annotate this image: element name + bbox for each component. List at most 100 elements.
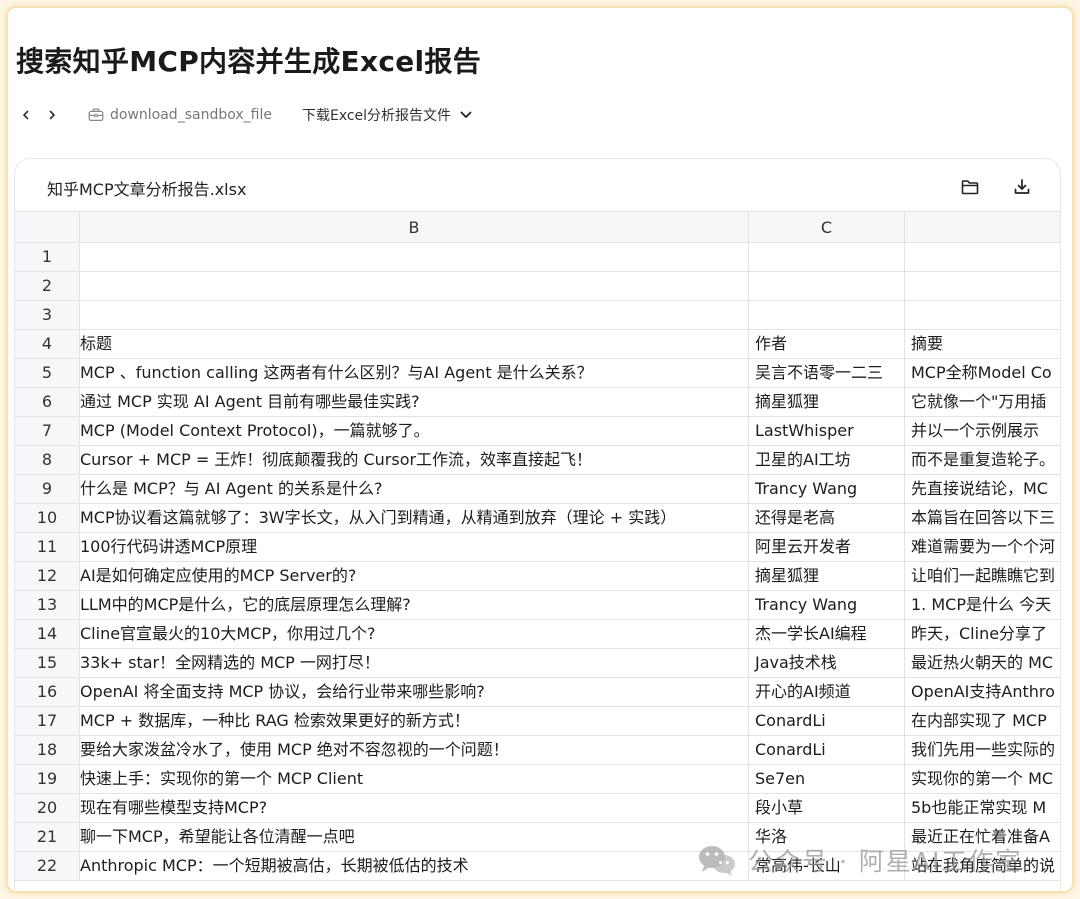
cell-d[interactable]: 1. MCP是什么 今天 bbox=[905, 591, 1060, 619]
cell-d[interactable]: 摘要 bbox=[905, 330, 1060, 358]
row-number-cell[interactable]: 22 bbox=[15, 852, 80, 880]
cell-b[interactable]: Anthropic MCP：一个短期被高估，长期被低估的技术 bbox=[80, 852, 749, 880]
cell-d[interactable]: 最近热火朝天的 MC bbox=[905, 649, 1060, 677]
cell-b[interactable]: 什么是 MCP？与 AI Agent 的关系是什么? bbox=[80, 475, 749, 503]
row-number-cell[interactable]: 21 bbox=[15, 823, 80, 851]
cell-c[interactable]: Java技术栈 bbox=[749, 649, 905, 677]
corner-cell[interactable] bbox=[15, 212, 80, 242]
cell-d[interactable]: 5b也能正常实现 M bbox=[905, 794, 1060, 822]
cell-c[interactable]: 作者 bbox=[749, 330, 905, 358]
row-number-cell[interactable]: 6 bbox=[15, 388, 80, 416]
cell-d[interactable]: 而不是重复造轮子。 bbox=[905, 446, 1060, 474]
cell-c[interactable]: Trancy Wang bbox=[749, 591, 905, 619]
column-header-c[interactable]: C bbox=[749, 212, 905, 242]
cell-c[interactable] bbox=[749, 301, 905, 329]
cell-c[interactable]: 摘星狐狸 bbox=[749, 388, 905, 416]
cell-b[interactable]: 现在有哪些模型支持MCP? bbox=[80, 794, 749, 822]
cell-c[interactable]: Trancy Wang bbox=[749, 475, 905, 503]
cell-b[interactable]: OpenAI 将全面支持 MCP 协议，会给行业带来哪些影响? bbox=[80, 678, 749, 706]
cell-b[interactable]: Cursor + MCP = 王炸！彻底颠覆我的 Cursor工作流，效率直接起… bbox=[80, 446, 749, 474]
cell-d[interactable]: MCP全称Model Co bbox=[905, 359, 1060, 387]
column-header-b[interactable]: B bbox=[80, 212, 749, 242]
cell-b[interactable]: 标题 bbox=[80, 330, 749, 358]
cell-b[interactable] bbox=[80, 243, 749, 271]
column-header-d[interactable] bbox=[905, 212, 1060, 242]
row-number-cell[interactable]: 12 bbox=[15, 562, 80, 590]
cell-b[interactable]: LLM中的MCP是什么，它的底层原理怎么理解? bbox=[80, 591, 749, 619]
row-number-cell[interactable]: 4 bbox=[15, 330, 80, 358]
cell-b[interactable]: 通过 MCP 实现 AI Agent 目前有哪些最佳实践? bbox=[80, 388, 749, 416]
row-number-cell[interactable]: 20 bbox=[15, 794, 80, 822]
cell-b[interactable]: MCP 、function calling 这两者有什么区别？与AI Agent… bbox=[80, 359, 749, 387]
row-number-cell[interactable]: 1 bbox=[15, 243, 80, 271]
cell-b[interactable]: MCP (Model Context Protocol)，一篇就够了。 bbox=[80, 417, 749, 445]
row-number-cell[interactable]: 17 bbox=[15, 707, 80, 735]
row-number-cell[interactable]: 9 bbox=[15, 475, 80, 503]
row-number-cell[interactable]: 18 bbox=[15, 736, 80, 764]
cell-d[interactable]: 它就像一个"万用插 bbox=[905, 388, 1060, 416]
row-number-cell[interactable]: 16 bbox=[15, 678, 80, 706]
cell-d[interactable]: 本篇旨在回答以下三 bbox=[905, 504, 1060, 532]
cell-c[interactable]: 还得是老高 bbox=[749, 504, 905, 532]
cell-c[interactable]: 吴言不语零一二三 bbox=[749, 359, 905, 387]
cell-b[interactable]: 聊一下MCP，希望能让各位清醒一点吧 bbox=[80, 823, 749, 851]
cell-b[interactable]: Cline官宣最火的10大MCP，你用过几个? bbox=[80, 620, 749, 648]
cell-c[interactable]: 杰一学长AI编程 bbox=[749, 620, 905, 648]
cell-c[interactable]: Se7en bbox=[749, 765, 905, 793]
row-number-cell[interactable]: 13 bbox=[15, 591, 80, 619]
row-number-cell[interactable]: 14 bbox=[15, 620, 80, 648]
cell-d[interactable] bbox=[905, 272, 1060, 300]
table-row: 11 100行代码讲透MCP原理 阿里云开发者 难道需要为一个个河 bbox=[15, 533, 1060, 562]
row-number-cell[interactable]: 5 bbox=[15, 359, 80, 387]
row-number-cell[interactable]: 7 bbox=[15, 417, 80, 445]
row-number-cell[interactable]: 2 bbox=[15, 272, 80, 300]
table-row: 12 AI是如何确定应使用的MCP Server的? 摘星狐狸 让咱们一起瞧瞧它到 bbox=[15, 562, 1060, 591]
cell-d[interactable]: OpenAI支持Anthro bbox=[905, 678, 1060, 706]
cell-d[interactable]: 昨天，Cline分享了 bbox=[905, 620, 1060, 648]
cell-d[interactable]: 让咱们一起瞧瞧它到 bbox=[905, 562, 1060, 590]
download-button[interactable] bbox=[1009, 174, 1035, 200]
table-row: 19 快速上手：实现你的第一个 MCP Client Se7en 实现你的第一个 MC bbox=[15, 765, 1060, 794]
cell-c[interactable]: 卫星的AI工坊 bbox=[749, 446, 905, 474]
cell-c[interactable]: ConardLi bbox=[749, 736, 905, 764]
cell-c[interactable]: 阿里云开发者 bbox=[749, 533, 905, 561]
table-row: 18 要给大家泼盆冷水了，使用 MCP 绝对不容忽视的一个问题！ ConardLi 我… bbox=[15, 736, 1060, 765]
cell-c[interactable]: 开心的AI频道 bbox=[749, 678, 905, 706]
tool-action-dropdown[interactable]: 下载Excel分析报告文件 bbox=[302, 105, 473, 125]
cell-c[interactable] bbox=[749, 243, 905, 271]
cell-d[interactable]: 先直接说结论，MC bbox=[905, 475, 1060, 503]
next-button[interactable] bbox=[42, 105, 62, 125]
download-icon bbox=[1014, 179, 1030, 194]
row-number-cell[interactable]: 11 bbox=[15, 533, 80, 561]
open-folder-button[interactable] bbox=[957, 174, 983, 200]
cell-c[interactable]: 摘星狐狸 bbox=[749, 562, 905, 590]
cell-c[interactable]: ConardLi bbox=[749, 707, 905, 735]
cell-b[interactable]: MCP协议看这篇就够了：3W字长文，从入门到精通，从精通到放弃（理论 + 实践） bbox=[80, 504, 749, 532]
row-number-cell[interactable]: 3 bbox=[15, 301, 80, 329]
row-number-cell[interactable]: 19 bbox=[15, 765, 80, 793]
cell-d[interactable]: 我们先用一些实际的 bbox=[905, 736, 1060, 764]
cell-c[interactable]: LastWhisper bbox=[749, 417, 905, 445]
table-row: 17 MCP + 数据库，一种比 RAG 检索效果更好的新方式！ ConardLi 在… bbox=[15, 707, 1060, 736]
row-number-cell[interactable]: 15 bbox=[15, 649, 80, 677]
cell-d[interactable]: 实现你的第一个 MC bbox=[905, 765, 1060, 793]
cell-b[interactable]: 要给大家泼盆冷水了，使用 MCP 绝对不容忽视的一个问题！ bbox=[80, 736, 749, 764]
cell-b[interactable]: 100行代码讲透MCP原理 bbox=[80, 533, 749, 561]
cell-b[interactable]: 33k+ star！全网精选的 MCP 一网打尽！ bbox=[80, 649, 749, 677]
cell-b[interactable] bbox=[80, 272, 749, 300]
row-number-cell[interactable]: 8 bbox=[15, 446, 80, 474]
cell-d[interactable] bbox=[905, 301, 1060, 329]
cell-b[interactable] bbox=[80, 301, 749, 329]
cell-c[interactable] bbox=[749, 272, 905, 300]
cell-d[interactable]: 并以一个示例展示 bbox=[905, 417, 1060, 445]
cell-c[interactable]: 段小草 bbox=[749, 794, 905, 822]
cell-d[interactable] bbox=[905, 243, 1060, 271]
cell-d[interactable]: 在内部实现了 MCP bbox=[905, 707, 1060, 735]
cell-b[interactable]: 快速上手：实现你的第一个 MCP Client bbox=[80, 765, 749, 793]
cell-b[interactable]: MCP + 数据库，一种比 RAG 检索效果更好的新方式！ bbox=[80, 707, 749, 735]
table-row: 1 bbox=[15, 243, 1060, 272]
cell-d[interactable]: 难道需要为一个个河 bbox=[905, 533, 1060, 561]
cell-b[interactable]: AI是如何确定应使用的MCP Server的? bbox=[80, 562, 749, 590]
row-number-cell[interactable]: 10 bbox=[15, 504, 80, 532]
prev-button[interactable] bbox=[16, 105, 36, 125]
